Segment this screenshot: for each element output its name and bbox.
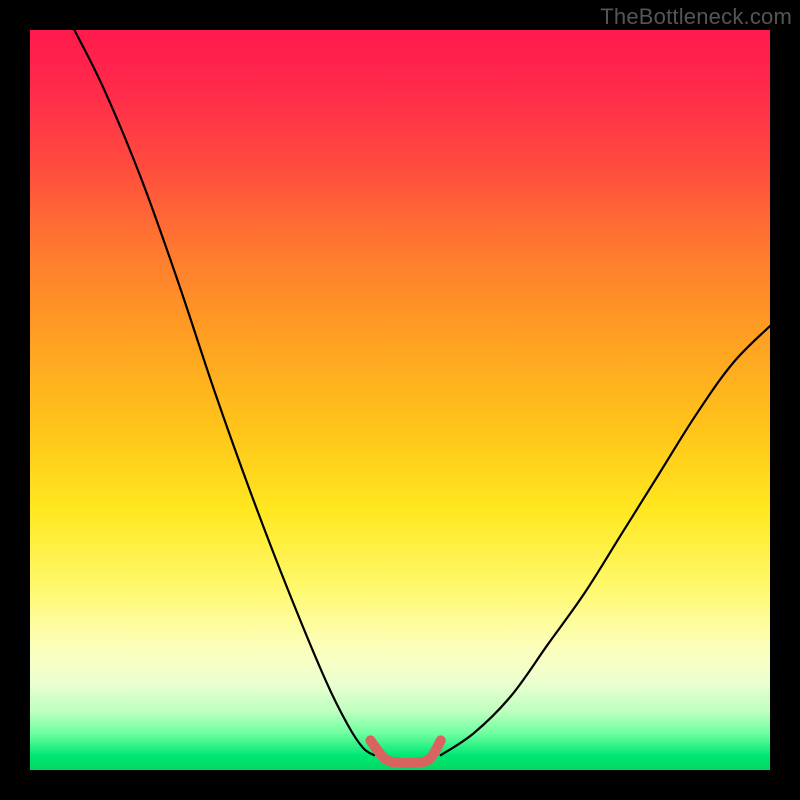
curve-left-branch [74,30,374,755]
chart-frame: TheBottleneck.com [0,0,800,800]
curve-right-branch [441,326,770,755]
curve-bottom-highlight [370,740,440,763]
chart-svg [30,30,770,770]
chart-plot-area [30,30,770,770]
watermark-text: TheBottleneck.com [600,4,792,30]
